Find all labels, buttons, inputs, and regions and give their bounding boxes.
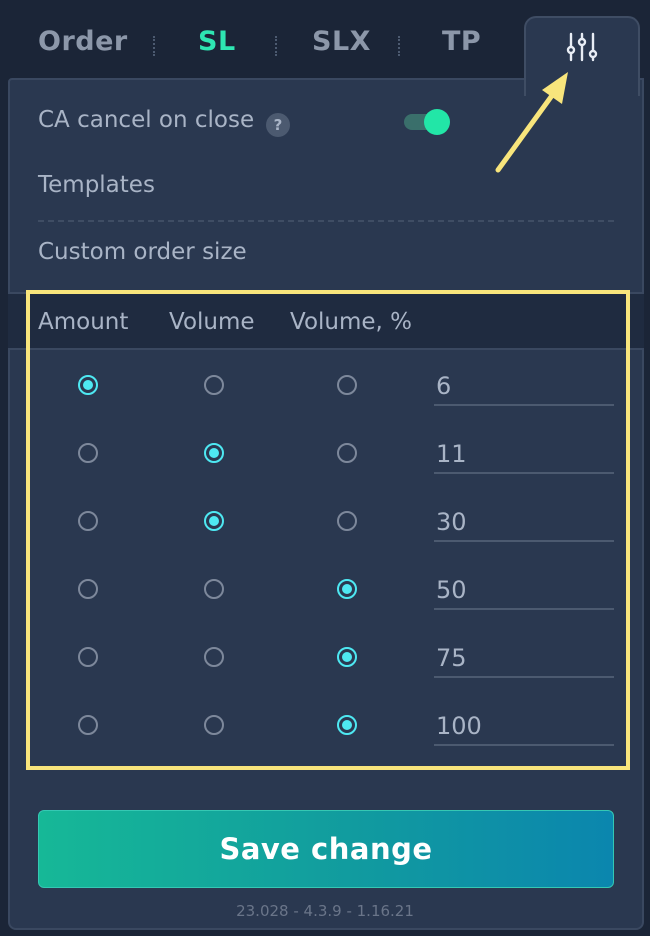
radio-volume-percent[interactable] bbox=[337, 579, 357, 599]
save-change-button[interactable]: Save change bbox=[38, 810, 614, 888]
radio-amount[interactable] bbox=[78, 375, 98, 395]
annotation-arrow bbox=[495, 72, 568, 173]
tab-separator bbox=[153, 36, 157, 56]
radio-volume[interactable] bbox=[204, 579, 224, 599]
radio-amount[interactable] bbox=[78, 579, 98, 599]
tab-tp[interactable]: TP bbox=[442, 26, 481, 57]
order-size-input[interactable]: 50 bbox=[434, 570, 614, 610]
order-size-input[interactable]: 30 bbox=[434, 502, 614, 542]
radio-volume-percent[interactable] bbox=[337, 511, 357, 531]
toggle-knob bbox=[424, 109, 450, 135]
radio-amount[interactable] bbox=[78, 443, 98, 463]
radio-volume[interactable] bbox=[204, 375, 224, 395]
ca-cancel-toggle[interactable] bbox=[404, 109, 452, 135]
column-header-volume-percent: Volume, % bbox=[290, 309, 413, 335]
radio-volume[interactable] bbox=[204, 443, 224, 463]
sliders-icon bbox=[566, 32, 598, 62]
radio-volume[interactable] bbox=[204, 715, 224, 735]
tab-separator bbox=[398, 36, 402, 56]
version-text: 23.028 - 4.3.9 - 1.16.21 bbox=[236, 902, 414, 920]
column-header-amount: Amount bbox=[38, 309, 129, 335]
order-size-input[interactable]: 100 bbox=[434, 706, 614, 746]
custom-order-size-label: Custom order size bbox=[38, 239, 247, 265]
order-size-input[interactable]: 6 bbox=[434, 366, 614, 406]
divider bbox=[38, 220, 614, 222]
tab-separator bbox=[275, 36, 279, 56]
radio-volume-percent[interactable] bbox=[337, 443, 357, 463]
radio-amount[interactable] bbox=[78, 647, 98, 667]
order-size-input[interactable]: 11 bbox=[434, 434, 614, 474]
tab-slx[interactable]: SLX bbox=[312, 26, 371, 57]
templates-label[interactable]: Templates bbox=[38, 172, 155, 198]
radio-volume[interactable] bbox=[204, 511, 224, 531]
radio-volume-percent[interactable] bbox=[337, 647, 357, 667]
order-size-input[interactable]: 75 bbox=[434, 638, 614, 678]
tab-order[interactable]: Order bbox=[38, 26, 128, 57]
radio-amount[interactable] bbox=[78, 715, 98, 735]
tab-sl[interactable]: SL bbox=[198, 26, 236, 57]
ca-cancel-label: CA cancel on close bbox=[38, 107, 255, 133]
radio-amount[interactable] bbox=[78, 511, 98, 531]
column-header-volume: Volume bbox=[169, 309, 255, 335]
radio-volume-percent[interactable] bbox=[337, 715, 357, 735]
radio-volume[interactable] bbox=[204, 647, 224, 667]
help-icon[interactable]: ? bbox=[266, 113, 290, 137]
radio-volume-percent[interactable] bbox=[337, 375, 357, 395]
